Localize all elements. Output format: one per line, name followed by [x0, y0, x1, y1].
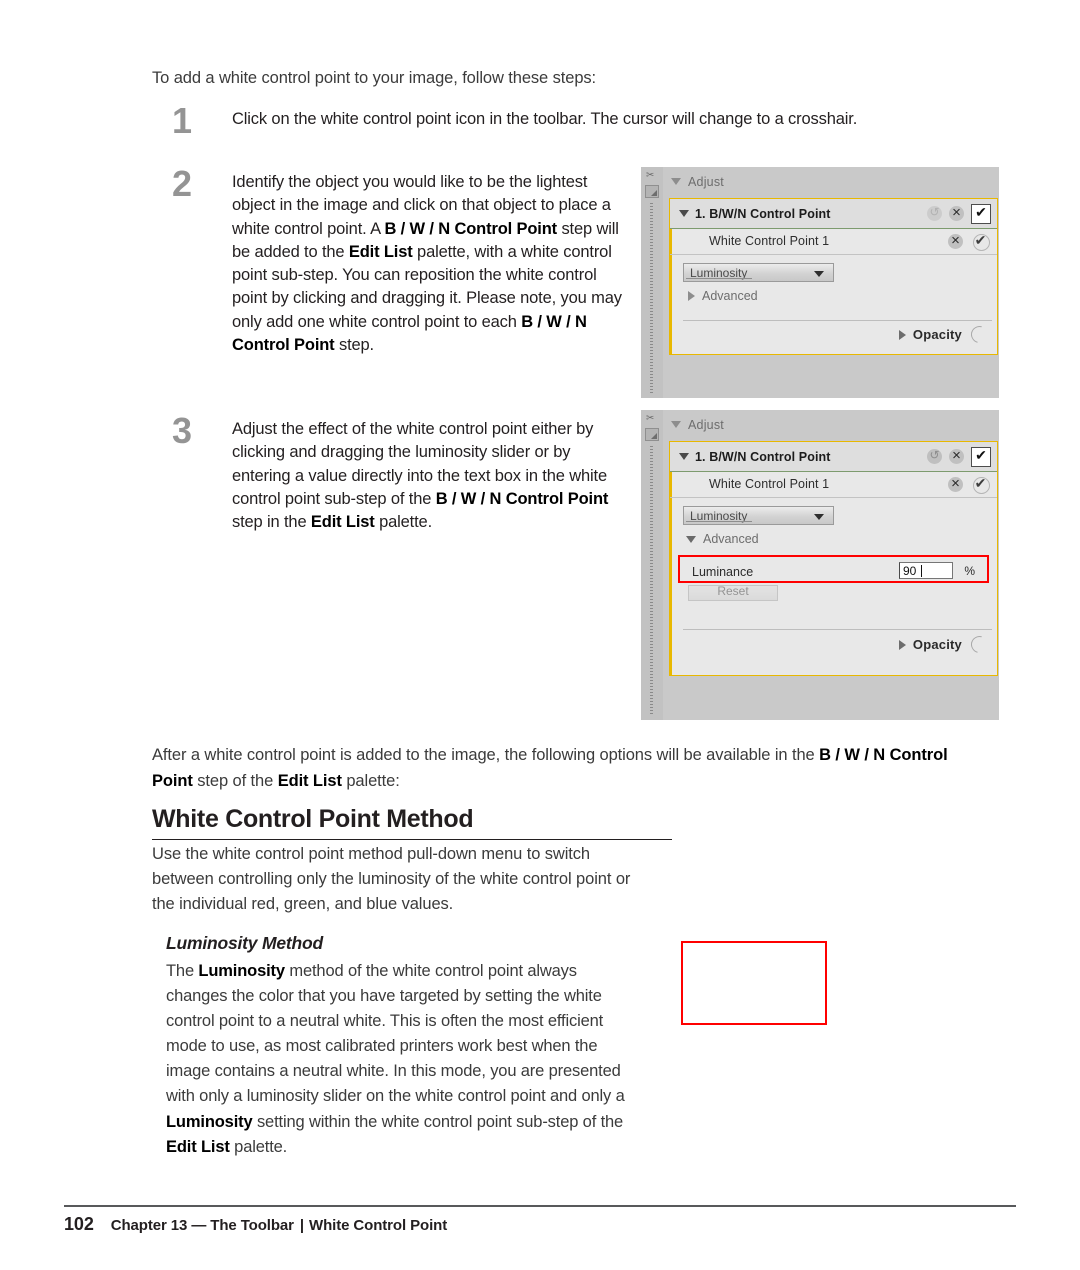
figure-placeholder-box — [681, 941, 827, 1025]
reset-button-label: Reset — [717, 584, 749, 598]
footer-chapter: Chapter 13 — The Toolbar — [110, 1217, 294, 1234]
close-icon[interactable] — [949, 446, 964, 465]
step-title-label: 1. B/W/N Control Point — [695, 206, 831, 221]
page-number: 102 — [64, 1214, 94, 1234]
luminance-highlight-box: Luminance 90 % — [678, 555, 989, 583]
opacity-label: Opacity — [912, 637, 962, 652]
triangle-down-icon[interactable] — [679, 210, 689, 217]
chevron-down-icon — [814, 514, 824, 520]
triangle-down-icon — [671, 178, 681, 185]
substep-row[interactable]: White Control Point 1 — [670, 471, 997, 498]
document-page: To add a white control point to your ima… — [0, 0, 1080, 1270]
reset-button[interactable]: Reset — [688, 584, 778, 601]
rail-grip-dots — [650, 446, 653, 716]
luminance-value: 90 — [903, 564, 917, 578]
after-figures-paragraph: After a white control point is added to … — [152, 746, 948, 790]
card-separator — [683, 320, 992, 321]
adjust-header[interactable]: Adjust — [663, 167, 999, 196]
intro-paragraph: To add a white control point to your ima… — [152, 69, 597, 87]
substep-label: White Control Point 1 — [709, 477, 830, 491]
step-title-row[interactable]: 1. B/W/N Control Point — [670, 442, 997, 472]
advanced-disclosure[interactable]: Advanced — [686, 532, 759, 546]
triangle-right-icon — [898, 639, 906, 650]
adjust-header[interactable]: Adjust — [663, 410, 999, 439]
step-enabled-checkbox[interactable] — [971, 446, 991, 467]
reset-icon[interactable] — [927, 447, 942, 464]
figure-adjust-palette-expanded: ✂ Adjust 1. B/W/N Control Point White Co… — [641, 410, 999, 720]
resize-handle-icon — [645, 185, 659, 198]
step-2-text: Identify the object you would like to be… — [232, 173, 622, 355]
opacity-row[interactable]: Opacity — [898, 322, 992, 347]
method-dropdown[interactable]: Luminosity — [683, 506, 834, 525]
sub-paragraph: The Luminosity method of the white contr… — [166, 962, 625, 1156]
substep-row-icons — [948, 471, 990, 497]
figure-adjust-palette-collapsed: ✂ Adjust 1. B/W/N Control Point White Co… — [641, 167, 999, 398]
step-3-number: 3 — [172, 410, 192, 451]
footer-separator: | — [299, 1217, 305, 1234]
substep-enabled-checkmark[interactable] — [972, 232, 990, 251]
step-title-label: 1. B/W/N Control Point — [695, 449, 831, 464]
palette-left-rail: ✂ — [641, 167, 663, 398]
advanced-label: Advanced — [703, 532, 759, 546]
triangle-down-icon — [686, 535, 696, 543]
dropdown-underline — [686, 521, 752, 522]
step-1-text: Click on the white control point icon in… — [232, 110, 858, 128]
scissors-icon: ✂ — [646, 413, 655, 424]
edit-list-step-card: 1. B/W/N Control Point White Control Poi… — [669, 441, 998, 676]
palette-left-rail: ✂ — [641, 410, 663, 720]
step-row-icons — [927, 199, 991, 228]
substep-row-icons — [948, 228, 990, 254]
scissors-icon: ✂ — [646, 170, 655, 181]
substep-label: White Control Point 1 — [709, 234, 830, 248]
close-icon[interactable] — [948, 474, 963, 493]
step-row-icons — [927, 442, 991, 471]
opacity-row[interactable]: Opacity — [898, 632, 992, 657]
footer-rule — [64, 1205, 1016, 1207]
opacity-label: Opacity — [912, 327, 962, 342]
triangle-down-icon[interactable] — [679, 453, 689, 460]
adjust-label: Adjust — [688, 417, 724, 432]
reset-icon[interactable] — [927, 204, 942, 221]
substep-row[interactable]: White Control Point 1 — [670, 228, 997, 255]
luminance-unit: % — [964, 564, 975, 578]
advanced-disclosure[interactable]: Advanced — [688, 289, 758, 303]
triangle-right-icon — [688, 291, 695, 301]
adjust-label: Adjust — [688, 174, 724, 189]
substep-enabled-checkmark[interactable] — [972, 475, 990, 494]
dropdown-underline — [686, 278, 752, 279]
text-cursor-icon — [921, 565, 922, 577]
rail-grip-dots — [650, 203, 653, 394]
luminance-input[interactable]: 90 — [899, 562, 953, 579]
method-dropdown[interactable]: Luminosity — [683, 263, 834, 282]
triangle-right-icon — [898, 329, 906, 340]
section-heading: White Control Point Method — [152, 805, 672, 840]
triangle-down-icon — [671, 421, 681, 428]
edit-list-step-card: 1. B/W/N Control Point White Control Poi… — [669, 198, 998, 355]
close-icon[interactable] — [948, 231, 963, 250]
footer: 102 Chapter 13 — The Toolbar | White Contro… — [64, 1214, 447, 1235]
section-paragraph: Use the white control point method pull-… — [152, 845, 631, 913]
chevron-down-icon — [814, 271, 824, 277]
step-1-number: 1 — [172, 100, 192, 141]
close-icon[interactable] — [949, 203, 964, 222]
advanced-label: Advanced — [702, 289, 758, 303]
step-enabled-checkbox[interactable] — [971, 203, 991, 224]
step-2-number: 2 — [172, 163, 192, 204]
dial-knob-icon[interactable] — [967, 322, 992, 347]
footer-topic: White Control Point — [309, 1217, 448, 1234]
dial-knob-icon[interactable] — [967, 632, 992, 657]
luminance-label: Luminance — [692, 565, 754, 579]
card-separator — [683, 629, 992, 630]
sub-heading: Luminosity Method — [166, 933, 324, 953]
step-title-row[interactable]: 1. B/W/N Control Point — [670, 199, 997, 229]
step-3-text: Adjust the effect of the white control p… — [232, 420, 609, 532]
resize-handle-icon — [645, 428, 659, 441]
